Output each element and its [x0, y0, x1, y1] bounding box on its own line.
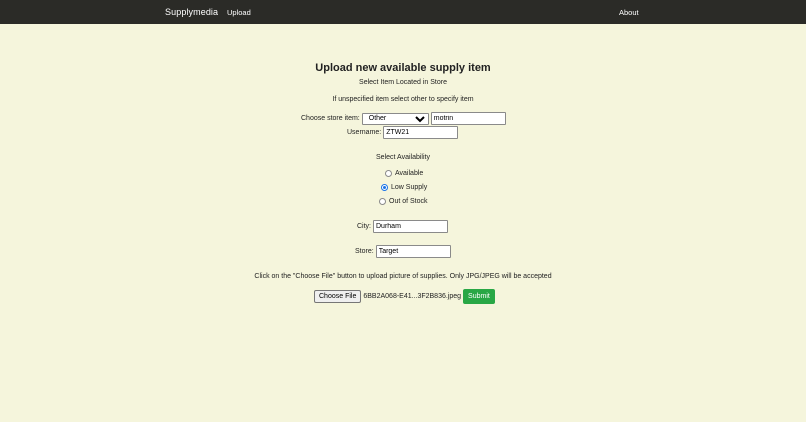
upload-instructions: Click on the "Choose File" button to upl… [254, 273, 552, 280]
navbar: Supplymedia Upload About [0, 0, 806, 24]
page-title: Upload new available supply item [315, 62, 491, 74]
store-item-row: Choose store item: Other [301, 112, 506, 125]
nav-upload-link[interactable]: Upload [227, 8, 251, 17]
form-hint: If unspecified item select other to spec… [332, 96, 474, 103]
radio-out-of-stock[interactable] [379, 198, 386, 205]
selected-file-name: 6BB2A068-E41...3F2B836.jpeg [363, 293, 462, 300]
username-label: Username: [347, 129, 382, 136]
availability-title: Select Availability [376, 154, 430, 161]
username-row: Username: [347, 126, 459, 139]
submit-button[interactable]: Submit [463, 289, 495, 304]
availability-option-out-of-stock[interactable]: Out of Stock [379, 198, 428, 205]
file-upload-row: Choose File 6BB2A068-E41...3F2B836.jpeg … [314, 289, 495, 304]
username-input[interactable] [383, 126, 459, 139]
radio-low-supply[interactable] [381, 184, 388, 191]
city-row: City: [357, 220, 448, 233]
brand-link[interactable]: Supplymedia [165, 7, 218, 17]
store-item-select[interactable]: Other [361, 112, 429, 125]
form-subtitle: Select Item Located in Store [359, 79, 447, 86]
other-item-input[interactable] [430, 112, 506, 125]
store-input[interactable] [375, 245, 451, 258]
availability-option-low-supply[interactable]: Low Supply [381, 184, 427, 191]
store-label: Store: [355, 248, 374, 255]
city-input[interactable] [373, 220, 448, 233]
radio-label: Out of Stock [389, 198, 428, 205]
choose-file-button[interactable]: Choose File [314, 290, 362, 303]
radio-available[interactable] [385, 170, 392, 177]
radio-label: Available [395, 170, 424, 177]
store-item-label: Choose store item: [301, 115, 360, 122]
radio-label: Low Supply [391, 184, 428, 191]
city-label: City: [357, 223, 371, 230]
availability-option-available[interactable]: Available [385, 170, 423, 177]
nav-about-link[interactable]: About [619, 8, 639, 17]
store-row: Store: [355, 245, 451, 258]
